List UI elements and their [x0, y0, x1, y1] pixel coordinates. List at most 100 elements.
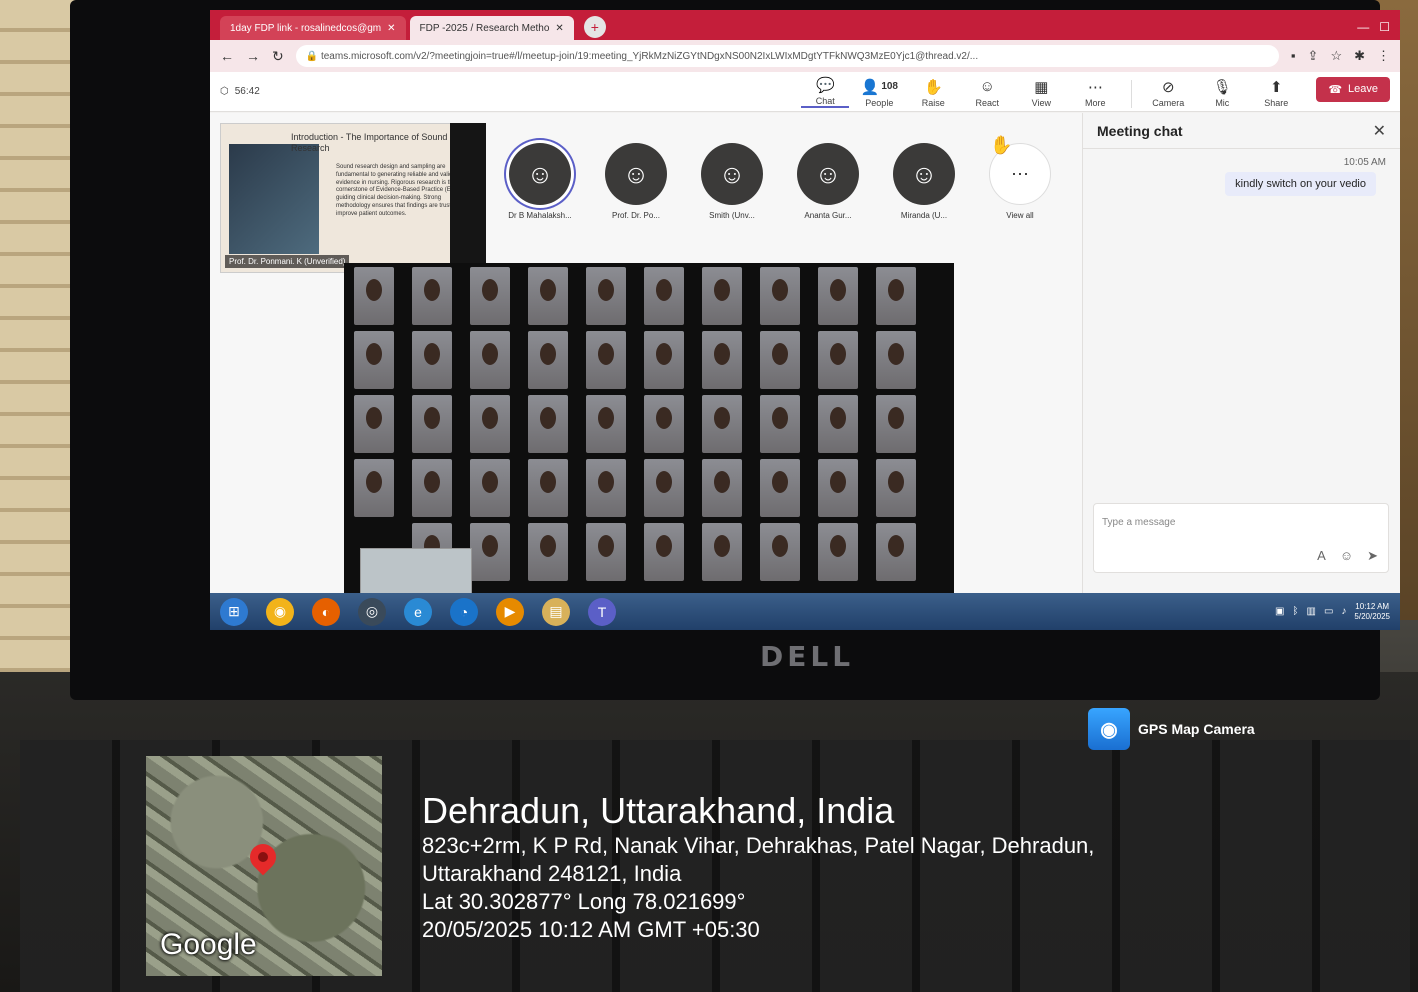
- video-tile[interactable]: [760, 395, 800, 453]
- video-tile[interactable]: [702, 331, 742, 389]
- video-tile[interactable]: [528, 459, 568, 517]
- menu-icon[interactable]: ⋮: [1377, 48, 1390, 64]
- camera-blocked-icon[interactable]: ▪: [1291, 48, 1296, 64]
- video-tile[interactable]: [412, 395, 452, 453]
- minimize-icon[interactable]: —: [1357, 20, 1369, 34]
- video-tile[interactable]: [644, 523, 684, 581]
- video-tile[interactable]: [470, 459, 510, 517]
- video-tile[interactable]: [528, 523, 568, 581]
- video-tile[interactable]: [470, 267, 510, 325]
- video-tile[interactable]: [644, 331, 684, 389]
- chat-button[interactable]: 💬 Chat: [801, 76, 850, 108]
- video-tile[interactable]: [760, 459, 800, 517]
- new-tab-button[interactable]: +: [583, 16, 606, 38]
- video-tile[interactable]: [818, 395, 858, 453]
- more-button[interactable]: ⋯ More: [1071, 78, 1119, 108]
- teams-icon[interactable]: T: [588, 597, 616, 626]
- close-icon[interactable]: ✕: [555, 23, 563, 34]
- chrome-icon[interactable]: ◉: [266, 597, 294, 626]
- video-tile[interactable]: [702, 523, 742, 581]
- video-tile[interactable]: [876, 459, 916, 517]
- message-composer[interactable]: Type a message A ☺ ➤: [1093, 503, 1389, 573]
- close-icon[interactable]: ✕: [387, 23, 395, 34]
- video-tile[interactable]: [818, 267, 858, 325]
- participant[interactable]: ☺ Ananta Gur...: [788, 143, 868, 220]
- video-tile[interactable]: [876, 331, 916, 389]
- camera-button[interactable]: ⊘ Camera: [1144, 78, 1192, 108]
- mic-button[interactable]: 🎙 Mic: [1198, 78, 1246, 108]
- video-tile[interactable]: [528, 267, 568, 325]
- battery-icon[interactable]: ▭: [1324, 606, 1333, 617]
- video-tile[interactable]: [470, 523, 510, 581]
- video-tile[interactable]: [644, 395, 684, 453]
- video-tile[interactable]: [760, 523, 800, 581]
- video-tile[interactable]: [644, 267, 684, 325]
- video-tile[interactable]: [470, 331, 510, 389]
- bluetooth-icon[interactable]: ᛒ: [1293, 606, 1299, 617]
- video-tile[interactable]: [818, 459, 858, 517]
- participant[interactable]: ☺ Dr B Mahalaksh...: [500, 143, 580, 220]
- format-icon[interactable]: A: [1317, 548, 1326, 564]
- participant[interactable]: ☺ Miranda (U...: [884, 143, 964, 220]
- system-clock[interactable]: 10:12 AM 5/20/2025: [1354, 602, 1390, 621]
- leave-button[interactable]: ☎ Leave: [1316, 76, 1390, 102]
- video-tile[interactable]: [470, 395, 510, 453]
- url-field[interactable]: 🔒 teams.microsoft.com/v2/?meetingjoin=tr…: [295, 45, 1279, 67]
- participant[interactable]: ☺ Smith (Unv...: [692, 143, 772, 220]
- video-tile[interactable]: [528, 331, 568, 389]
- bookmark-star-icon[interactable]: ☆: [1330, 48, 1342, 64]
- extensions-icon[interactable]: ✱: [1354, 48, 1365, 64]
- video-tile[interactable]: [818, 523, 858, 581]
- self-view-video[interactable]: [360, 548, 472, 598]
- browser-tab[interactable]: 1day FDP link - rosalinedcos@gm ✕: [220, 16, 406, 40]
- video-tile[interactable]: [876, 523, 916, 581]
- firefox-icon[interactable]: ◐: [312, 597, 340, 626]
- browser-tab-active[interactable]: FDP -2025 / Research Metho ✕: [409, 16, 574, 40]
- video-tile[interactable]: [412, 267, 452, 325]
- share-icon[interactable]: ⇪: [1308, 48, 1319, 64]
- forward-icon[interactable]: →: [246, 48, 260, 64]
- maximize-icon[interactable]: ☐: [1379, 20, 1390, 34]
- tray-icon[interactable]: ▣: [1275, 606, 1284, 617]
- video-tile[interactable]: [354, 267, 394, 325]
- network-icon[interactable]: ▥: [1307, 606, 1316, 617]
- back-icon[interactable]: ←: [220, 48, 234, 64]
- video-tile[interactable]: [876, 267, 916, 325]
- video-tile[interactable]: [354, 331, 394, 389]
- people-button[interactable]: 👤 108 People: [855, 78, 903, 108]
- video-tile[interactable]: [586, 459, 626, 517]
- video-tile[interactable]: [528, 395, 568, 453]
- volume-icon[interactable]: ♪: [1341, 606, 1346, 617]
- video-tile[interactable]: [412, 459, 452, 517]
- video-tile[interactable]: [644, 459, 684, 517]
- share-button[interactable]: ⬆ Share: [1252, 78, 1300, 108]
- app-icon[interactable]: ◎: [358, 597, 386, 626]
- video-tile[interactable]: [818, 331, 858, 389]
- participant[interactable]: ☺ Prof. Dr. Po...: [596, 143, 676, 220]
- video-tile[interactable]: [412, 331, 452, 389]
- edge-icon[interactable]: ◔: [450, 597, 478, 626]
- video-tile[interactable]: [702, 267, 742, 325]
- video-tile[interactable]: [354, 459, 394, 517]
- video-tile[interactable]: [586, 331, 626, 389]
- video-tile[interactable]: [702, 395, 742, 453]
- close-icon[interactable]: ✕: [1373, 121, 1386, 141]
- ie-icon[interactable]: e: [404, 597, 432, 626]
- video-tile[interactable]: [586, 523, 626, 581]
- start-icon[interactable]: ⊞: [220, 597, 248, 626]
- media-player-icon[interactable]: ▶: [496, 597, 524, 626]
- video-tile[interactable]: [354, 395, 394, 453]
- view-button[interactable]: ▦ View: [1017, 78, 1065, 108]
- folder-icon[interactable]: ▤: [542, 597, 570, 626]
- emoji-icon[interactable]: ☺: [1340, 548, 1353, 564]
- video-tile[interactable]: [760, 331, 800, 389]
- raise-hand-button[interactable]: ✋ Raise: [909, 78, 957, 108]
- video-tile[interactable]: [876, 395, 916, 453]
- react-button[interactable]: ☺ React: [963, 78, 1011, 108]
- video-tile[interactable]: [586, 395, 626, 453]
- video-tile[interactable]: [586, 267, 626, 325]
- send-icon[interactable]: ➤: [1367, 548, 1378, 564]
- reload-icon[interactable]: ↻: [272, 48, 284, 65]
- video-tile[interactable]: [760, 267, 800, 325]
- video-tile[interactable]: [702, 459, 742, 517]
